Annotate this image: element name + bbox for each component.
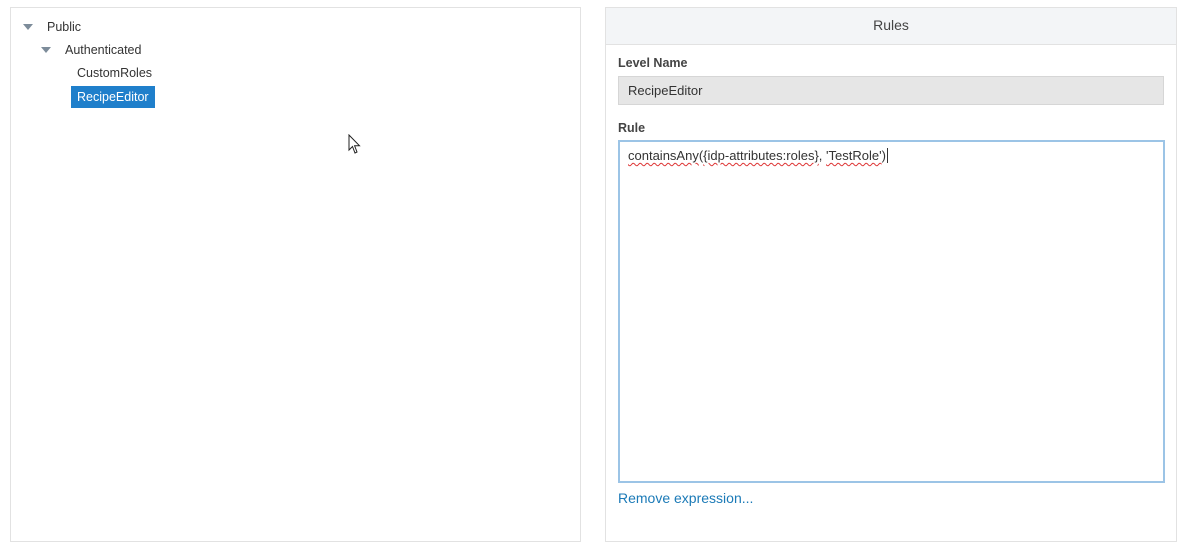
tree-item-label[interactable]: CustomRoles	[71, 63, 158, 83]
expanded-caret-icon[interactable]	[23, 24, 33, 30]
rule-close-paren: )	[881, 148, 886, 163]
security-levels-tree: Public Authenticated CustomRoles RecipeE…	[10, 7, 581, 542]
rule-expression-editor[interactable]: containsAny({idp-attributes:roles}, 'Tes…	[618, 140, 1165, 483]
rules-panel: Rules Level Name RecipeEditor Rule conta…	[605, 7, 1177, 542]
expanded-caret-icon[interactable]	[41, 47, 51, 53]
mouse-pointer-icon	[348, 134, 361, 154]
rule-tag-reference: {idp-attributes:roles}	[703, 148, 819, 163]
rule-separator: ,	[818, 148, 827, 163]
rule-string-literal: 'TestRole'	[826, 148, 882, 163]
level-name-field[interactable]: RecipeEditor	[618, 76, 1164, 105]
tree-item-label[interactable]: Authenticated	[59, 40, 147, 60]
rule-label: Rule	[618, 121, 646, 135]
rule-function-name: containsAny	[628, 148, 699, 163]
text-cursor	[886, 148, 888, 163]
tree-item-label[interactable]: Public	[41, 17, 87, 37]
rules-panel-title: Rules	[606, 8, 1176, 45]
tree-item-label-selected[interactable]: RecipeEditor	[71, 86, 155, 108]
level-name-label: Level Name	[618, 56, 688, 70]
remove-expression-link[interactable]: Remove expression...	[618, 490, 753, 506]
